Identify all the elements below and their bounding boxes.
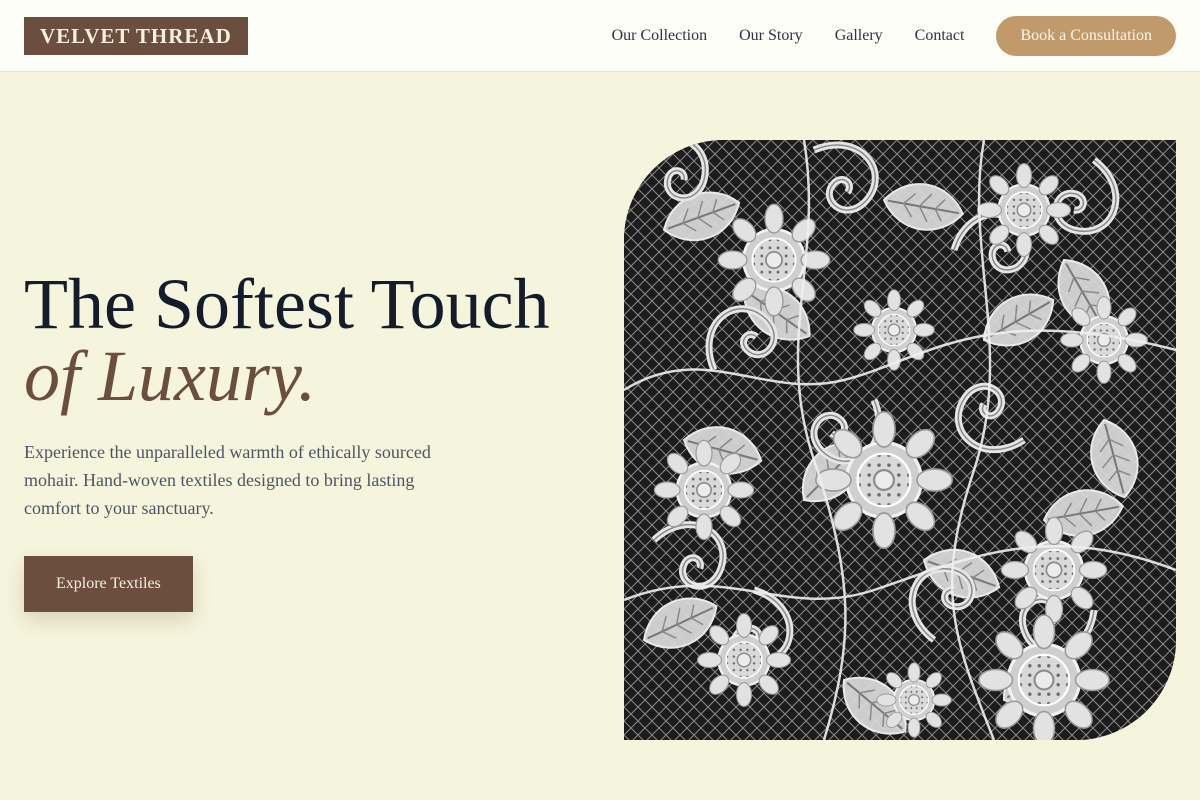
nav-link-gallery[interactable]: Gallery <box>835 27 883 45</box>
nav-link-our-collection[interactable]: Our Collection <box>612 27 708 45</box>
headline-line-1: The Softest Touch <box>24 264 550 344</box>
nav-link-our-story[interactable]: Our Story <box>739 27 803 45</box>
hero-subtext: Experience the unparalleled warmth of et… <box>24 442 431 518</box>
nav-link-contact[interactable]: Contact <box>915 27 965 45</box>
site-header: VELVET THREAD Our Collection Our Story G… <box>0 0 1200 72</box>
hero-headline: The Softest Touch of Luxury. <box>24 268 584 412</box>
explore-textiles-button[interactable]: Explore Textiles <box>24 556 193 612</box>
main-nav: Our Collection Our Story Gallery Contact… <box>612 16 1176 56</box>
headline-line-2: of Luxury. <box>24 336 317 416</box>
book-consultation-button[interactable]: Book a Consultation <box>996 16 1176 56</box>
brand-logo[interactable]: VELVET THREAD <box>24 17 248 55</box>
hero-section: The Softest Touch of Luxury. Experience … <box>24 268 584 612</box>
lace-textile-image <box>624 140 1176 740</box>
lace-pattern-illustration <box>624 140 1176 740</box>
